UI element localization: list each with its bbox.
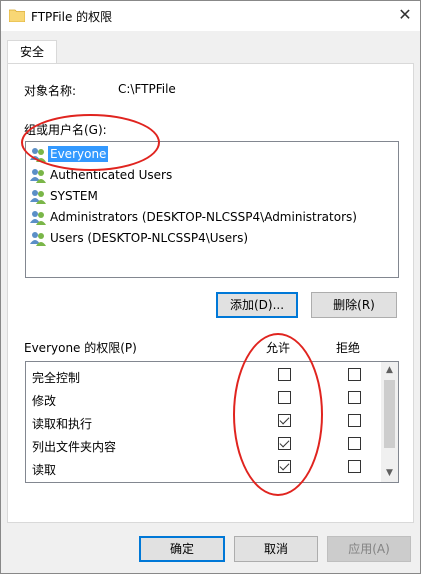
list-item[interactable]: Administrators (DESKTOP-NLCSSP4\Administ… [30, 207, 394, 227]
deny-checkbox[interactable] [348, 414, 361, 427]
object-name-label: 对象名称: [24, 84, 77, 98]
deny-checkbox[interactable] [348, 437, 361, 450]
permission-name: 列出文件夹内容 [32, 440, 117, 454]
groups-label: 组或用户名(G): [24, 123, 107, 137]
permission-name: 读取 [32, 463, 57, 477]
allow-checkbox[interactable] [278, 368, 291, 381]
scroll-thumb[interactable] [384, 380, 395, 448]
user-group-icon [30, 169, 46, 183]
add-button[interactable]: 添加(D)... [216, 292, 298, 318]
permission-row: 完全控制 [26, 364, 382, 387]
object-name-value: C:\FTPFile [118, 82, 176, 96]
folder-icon [9, 9, 25, 22]
deny-checkbox[interactable] [348, 368, 361, 381]
permission-row: 读取和执行 [26, 410, 382, 433]
permission-row: 列出文件夹内容 [26, 433, 382, 456]
close-button[interactable]: ✕ [390, 1, 420, 31]
list-item[interactable]: Users (DESKTOP-NLCSSP4\Users) [30, 228, 394, 248]
list-item[interactable]: Authenticated Users [30, 165, 394, 185]
user-group-icon [30, 211, 46, 225]
security-panel: 对象名称: C:\FTPFile 组或用户名(G): Everyone Auth… [7, 63, 414, 523]
permission-name: 修改 [32, 394, 57, 408]
user-name: Everyone [48, 146, 109, 162]
list-item[interactable]: SYSTEM [30, 186, 394, 206]
close-icon: ✕ [398, 5, 412, 24]
allow-checkbox[interactable] [278, 414, 291, 427]
allow-checkbox[interactable] [278, 391, 291, 404]
remove-button[interactable]: 删除(R) [311, 292, 397, 318]
permissions-scrollbar[interactable]: ▲ ▼ [381, 362, 398, 482]
scroll-up-icon[interactable]: ▲ [381, 362, 398, 379]
permissions-dialog: FTPFile 的权限 ✕ 安全 对象名称: C:\FTPFile 组或用户名(… [0, 0, 421, 574]
user-list[interactable]: Everyone Authenticated Users SYSTEM Admi… [25, 141, 399, 278]
user-group-icon [30, 190, 46, 204]
user-name: Authenticated Users [50, 168, 173, 182]
allow-checkbox[interactable] [278, 437, 291, 450]
allow-header: 允许 [266, 341, 291, 355]
window-title: FTPFile 的权限 [31, 10, 113, 24]
list-item[interactable]: Everyone [30, 144, 394, 164]
permission-row: 修改 [26, 387, 382, 410]
permission-row: 读取 [26, 456, 382, 479]
permission-name: 读取和执行 [32, 417, 93, 431]
tab-security[interactable]: 安全 [7, 40, 57, 64]
allow-checkbox[interactable] [278, 460, 291, 473]
user-group-icon [30, 148, 46, 162]
permission-row: 写入 [26, 479, 382, 482]
ok-button[interactable]: 确定 [139, 536, 225, 562]
deny-checkbox[interactable] [348, 460, 361, 473]
deny-checkbox[interactable] [348, 391, 361, 404]
cancel-button[interactable]: 取消 [234, 536, 318, 562]
apply-button[interactable]: 应用(A) [327, 536, 411, 562]
user-name: Users (DESKTOP-NLCSSP4\Users) [50, 231, 249, 245]
permissions-label: Everyone 的权限(P) [24, 341, 137, 355]
title-bar: FTPFile 的权限 ✕ [1, 1, 420, 31]
user-name: SYSTEM [50, 189, 98, 203]
deny-header: 拒绝 [336, 341, 361, 355]
user-name: Administrators (DESKTOP-NLCSSP4\Administ… [50, 210, 357, 224]
scroll-down-icon[interactable]: ▼ [381, 465, 398, 482]
user-group-icon [30, 232, 46, 246]
permissions-list[interactable]: 完全控制 修改 读取和执行 列出文件夹内容 读取 ▲ ▼ [25, 361, 399, 483]
permission-name: 完全控制 [32, 371, 81, 385]
